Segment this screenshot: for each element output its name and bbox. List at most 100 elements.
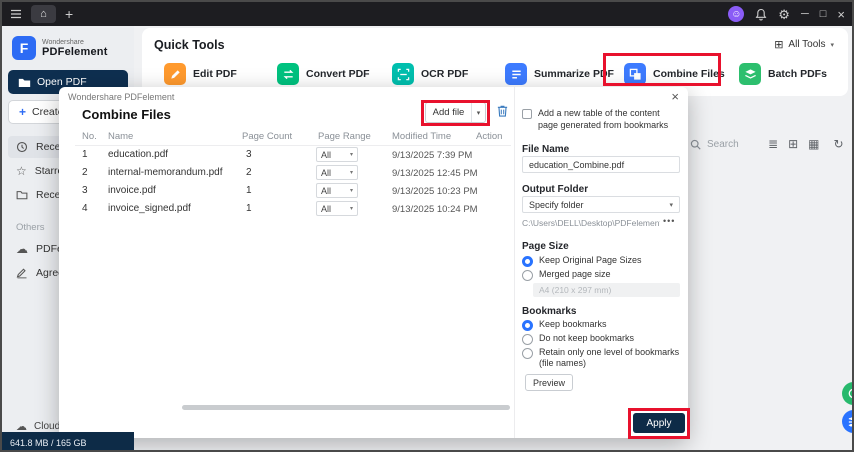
- page-size-label: Page Size: [522, 241, 569, 252]
- col-header-name: Name: [108, 131, 134, 142]
- radio-merged-page-size[interactable]: [522, 270, 533, 281]
- folder-open-icon: [18, 77, 31, 88]
- file-name-value: education_Combine.pdf: [529, 159, 625, 170]
- page-range-select[interactable]: All ▾: [316, 183, 358, 198]
- thumbnail-view-icon[interactable]: ▦: [808, 138, 819, 150]
- page-size-option-row: Merged page size: [522, 269, 684, 281]
- pdfelement-logo-icon: F: [12, 36, 36, 60]
- quick-tools-card: Quick Tools ⊞ All Tools ▾ Edit PDF Conve…: [142, 28, 848, 96]
- gear-icon[interactable]: ⚙: [778, 8, 790, 21]
- apply-label: Apply: [646, 417, 672, 429]
- brand-top-text: Wondershare: [42, 38, 84, 46]
- page-range-value: All: [321, 203, 332, 214]
- assistant-fab-button[interactable]: [842, 410, 852, 433]
- dialog-close-icon[interactable]: ×: [671, 89, 679, 104]
- page-range-select[interactable]: All ▾: [316, 147, 358, 162]
- hamburger-menu-icon[interactable]: [10, 8, 22, 20]
- bookmarks-option-row: Do not keep bookmarks: [522, 333, 684, 345]
- delete-files-icon[interactable]: [496, 104, 509, 118]
- toc-checkbox-row: Add a new table of the content page gene…: [522, 108, 682, 131]
- chevron-down-icon: ▾: [669, 201, 673, 209]
- radio-retain-one-level-bookmarks[interactable]: [522, 348, 533, 359]
- home-tab[interactable]: ⌂: [31, 5, 56, 23]
- tool-label: OCR PDF: [421, 68, 469, 80]
- add-file-dropdown-icon[interactable]: ▾: [471, 103, 485, 122]
- chevron-down-icon: ▾: [349, 152, 353, 158]
- apply-button[interactable]: Apply: [633, 413, 685, 433]
- quick-tools-title: Quick Tools: [154, 38, 225, 52]
- edit-pdf-icon: [164, 63, 186, 85]
- radio-do-not-keep-bookmarks[interactable]: [522, 334, 533, 345]
- chevron-down-icon: ▾: [349, 188, 353, 194]
- tool-label: Edit PDF: [193, 68, 237, 80]
- search-icon: [690, 139, 701, 150]
- dialog-title: Combine Files: [82, 107, 171, 122]
- tool-batch-pdfs[interactable]: Batch PDFs: [739, 62, 827, 86]
- all-tools-label: All Tools: [788, 39, 826, 50]
- row-no: 4: [82, 203, 88, 214]
- radio-keep-bookmarks[interactable]: [522, 320, 533, 331]
- col-header-page-range: Page Range: [318, 131, 371, 142]
- row-modified-time: 9/13/2025 12:45 PM: [392, 168, 478, 179]
- toc-checkbox-label: Add a new table of the content page gene…: [538, 108, 669, 130]
- bookmarks-label: Bookmarks: [522, 306, 577, 317]
- row-page-count: 1: [246, 203, 252, 214]
- all-tools-button[interactable]: ⊞ All Tools ▾: [774, 38, 834, 51]
- brand-bottom-text: PDFelement: [42, 45, 108, 58]
- page-range-select[interactable]: All ▾: [316, 165, 358, 180]
- merged-page-size-value: A4 (210 x 297 mm): [539, 285, 612, 295]
- page-range-value: All: [321, 167, 332, 178]
- tool-label: Combine Files: [653, 68, 725, 80]
- row-page-count: 2: [246, 167, 252, 178]
- minimize-button[interactable]: ─: [801, 8, 809, 20]
- output-folder-value: Specify folder: [529, 199, 584, 210]
- radio-label: Merged page size: [539, 269, 611, 279]
- sync-fab-button[interactable]: [842, 382, 852, 405]
- bell-icon[interactable]: [755, 8, 767, 21]
- radio-label: Retain only one level of bookmarks (file…: [539, 347, 680, 369]
- row-no: 2: [82, 167, 88, 178]
- col-header-no: No.: [82, 131, 97, 142]
- maximize-button[interactable]: □: [820, 8, 827, 20]
- tool-edit-pdf[interactable]: Edit PDF: [164, 62, 237, 86]
- tool-label: Batch PDFs: [768, 68, 827, 80]
- avatar[interactable]: ☺: [728, 6, 745, 22]
- radio-label: Do not keep bookmarks: [539, 333, 635, 343]
- tool-ocr-pdf[interactable]: OCR PDF: [392, 62, 468, 86]
- row-modified-time: 9/13/2025 10:23 PM: [392, 186, 478, 197]
- add-file-button[interactable]: Add file ▾: [425, 102, 486, 123]
- radio-keep-original-page-sizes[interactable]: [522, 256, 533, 267]
- row-name: invoice.pdf: [108, 185, 156, 196]
- others-section-label: Others: [16, 222, 45, 233]
- new-tab-icon[interactable]: +: [65, 7, 73, 21]
- row-page-count: 3: [246, 149, 252, 160]
- radio-label: Keep bookmarks: [539, 319, 607, 329]
- output-folder-select[interactable]: Specify folder ▾: [522, 196, 680, 213]
- horizontal-scrollbar[interactable]: [182, 405, 510, 410]
- refresh-icon[interactable]: ↻: [833, 138, 843, 150]
- grid-view-icon[interactable]: ⊞: [788, 138, 798, 150]
- col-header-modified-time: Modified Time: [392, 131, 452, 142]
- preview-button[interactable]: Preview: [525, 374, 573, 391]
- row-name: internal-memorandum.pdf: [108, 167, 223, 178]
- batch-pdfs-icon: [739, 63, 761, 85]
- summarize-pdf-icon: [505, 63, 527, 85]
- combine-files-icon: [624, 63, 646, 85]
- file-name-input[interactable]: education_Combine.pdf: [522, 156, 680, 173]
- page-size-option-row: Keep Original Page Sizes: [522, 255, 684, 267]
- browse-folder-icon[interactable]: •••: [663, 216, 675, 226]
- page-range-select[interactable]: All ▾: [316, 201, 358, 216]
- search-box[interactable]: Search: [690, 136, 739, 152]
- cloud-icon: ☁: [16, 242, 28, 256]
- storage-usage-bar: 641.8 MB / 165 GB: [2, 432, 134, 450]
- toc-checkbox[interactable]: [522, 109, 532, 119]
- tool-convert-pdf[interactable]: Convert PDF: [277, 62, 370, 86]
- list-view-icon[interactable]: ≣: [768, 138, 778, 150]
- close-button[interactable]: ×: [837, 8, 845, 21]
- dialog-window-title: Wondershare PDFelement: [68, 92, 175, 102]
- col-header-page-count: Page Count: [242, 131, 293, 142]
- chevron-down-icon: ▾: [349, 170, 353, 176]
- tool-summarize-pdf[interactable]: Summarize PDF: [505, 62, 614, 86]
- tool-combine-files[interactable]: Combine Files: [624, 62, 725, 86]
- search-placeholder: Search: [707, 138, 739, 150]
